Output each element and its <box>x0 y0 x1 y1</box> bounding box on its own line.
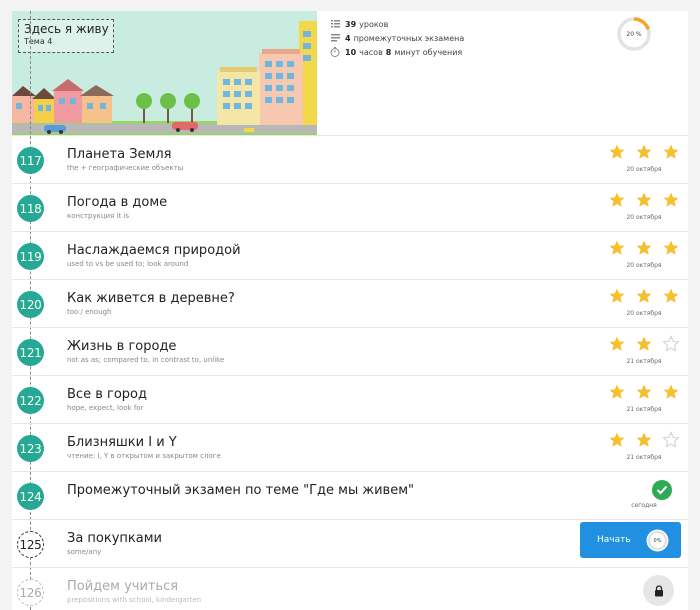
lesson-list: 117 Планета Земля the + географические объ… <box>12 135 688 610</box>
lesson-rating <box>608 191 680 209</box>
star-filled-icon <box>608 239 626 257</box>
lesson-date: 20 октября <box>626 262 662 269</box>
lesson-number-badge: 120 <box>17 291 44 318</box>
lesson-title[interactable]: Как живется в деревне? <box>67 291 235 306</box>
star-filled-icon <box>608 287 626 305</box>
lesson-progress-ring: 0% <box>646 529 669 552</box>
check-icon <box>652 480 672 500</box>
star-filled-icon <box>635 287 653 305</box>
lesson-title[interactable]: Пойдем учиться <box>67 579 178 594</box>
stat-time: 10 часов 8 минут обучения <box>330 45 560 59</box>
lesson-number-badge: 123 <box>17 435 44 462</box>
topic-subtitle: Тема 4 <box>24 37 53 46</box>
star-filled-icon <box>662 287 680 305</box>
lesson-title[interactable]: Близняшки I и Y <box>67 435 177 450</box>
lesson-title[interactable]: Промежуточный экзамен по теме "Где мы жи… <box>67 483 414 498</box>
lesson-rating <box>608 383 680 401</box>
lesson-number-badge: 125 <box>17 531 44 558</box>
star-filled-icon <box>635 431 653 449</box>
lesson-row[interactable]: 120 Как живется в деревне? too / enough 20 … <box>12 279 688 327</box>
lesson-subtitle: hope, expect, look for <box>67 404 144 412</box>
topic-stats: 39 уроков 4 промежуточных экзамена 10 часов… <box>330 17 560 59</box>
lesson-row[interactable]: 123 Близняшки I и Y чтение: I, Y в открыто… <box>12 423 688 471</box>
lesson-number-badge: 119 <box>17 243 44 270</box>
star-filled-icon <box>635 335 653 353</box>
lesson-number-badge: 117 <box>17 147 44 174</box>
timer-icon <box>330 47 340 57</box>
lesson-date: 21 октября <box>626 454 662 461</box>
start-button-label: Начать <box>597 535 631 545</box>
lesson-rating <box>608 239 680 257</box>
star-empty-icon <box>662 431 680 449</box>
lesson-progress-label: 0% <box>653 537 662 544</box>
menu-lines-icon <box>330 33 340 43</box>
lesson-date: 20 октября <box>626 166 662 173</box>
star-empty-icon <box>662 335 680 353</box>
topic-progress-ring: 20 % <box>616 16 652 52</box>
star-filled-icon <box>608 335 626 353</box>
lesson-subtitle: the + географические объекты <box>67 164 184 172</box>
lesson-row: 126 Пойдем учиться prepositions with schoo… <box>12 567 688 610</box>
lock-icon <box>643 575 674 606</box>
lesson-number-badge: 118 <box>17 195 44 222</box>
topic-progress-label: 20 % <box>626 30 642 38</box>
lesson-rating <box>608 143 680 161</box>
lesson-number-badge: 124 <box>17 483 44 510</box>
lesson-rating <box>608 287 680 305</box>
lesson-rating <box>608 431 680 449</box>
start-lesson-button[interactable]: Начать 0% <box>580 522 681 558</box>
star-filled-icon <box>608 191 626 209</box>
lesson-number-badge: 121 <box>17 339 44 366</box>
lesson-date: сегодня <box>631 502 657 509</box>
lesson-subtitle: used to vs be used to; look around <box>67 260 189 268</box>
lesson-title[interactable]: Все в город <box>67 387 147 402</box>
lesson-subtitle: too / enough <box>67 308 112 316</box>
star-filled-icon <box>608 383 626 401</box>
lesson-subtitle: some/any <box>67 548 102 556</box>
star-filled-icon <box>662 383 680 401</box>
star-filled-icon <box>635 143 653 161</box>
star-filled-icon <box>662 239 680 257</box>
lesson-number-badge: 122 <box>17 387 44 414</box>
lesson-subtitle: конструкция it is <box>67 212 130 220</box>
lesson-title[interactable]: Наслаждаемся природой <box>67 243 241 258</box>
lesson-row[interactable]: 119 Наслаждаемся природой used to vs be us… <box>12 231 688 279</box>
topic-label: Здесь я живу Тема 4 <box>18 19 114 53</box>
star-filled-icon <box>635 383 653 401</box>
lesson-title[interactable]: Планета Земля <box>67 147 172 162</box>
lesson-row[interactable]: 117 Планета Земля the + географические объ… <box>12 135 688 183</box>
lesson-subtitle: prepositions with school, kindergarten <box>67 596 202 604</box>
stat-lessons: 39 уроков <box>330 17 560 31</box>
lesson-title[interactable]: За покупками <box>67 531 162 546</box>
lesson-row[interactable]: 121 Жизнь в городе not as as; compared to,… <box>12 327 688 375</box>
topic-banner: Здесь я живу Тема 4 <box>12 11 317 135</box>
star-filled-icon <box>608 143 626 161</box>
lesson-title[interactable]: Погода в доме <box>67 195 167 210</box>
lesson-row[interactable]: 118 Погода в доме конструкция it is 20 октя… <box>12 183 688 231</box>
lesson-row[interactable]: 124 Промежуточный экзамен по теме "Где мы… <box>12 471 688 519</box>
lesson-date: 20 октября <box>626 310 662 317</box>
lesson-row[interactable]: 122 Все в город hope, expect, look for 21 о… <box>12 375 688 423</box>
lesson-rating <box>608 335 680 353</box>
lesson-number-badge: 126 <box>17 579 44 606</box>
stat-exams: 4 промежуточных экзамена <box>330 31 560 45</box>
lesson-title[interactable]: Жизнь в городе <box>67 339 176 354</box>
star-filled-icon <box>608 431 626 449</box>
course-page: Здесь я живу Тема 4 39 уроков 4 промежуточ… <box>12 11 688 610</box>
list-icon <box>330 19 340 29</box>
lesson-row[interactable]: 125 За покупками some/any Начать 0% <box>12 519 688 567</box>
star-filled-icon <box>635 191 653 209</box>
lesson-date: 21 октября <box>626 406 662 413</box>
lesson-subtitle: not as as; compared to, in contrast to, … <box>67 356 225 364</box>
star-filled-icon <box>635 239 653 257</box>
lesson-date: 21 октября <box>626 358 662 365</box>
lesson-date: 20 октября <box>626 214 662 221</box>
topic-title: Здесь я живу <box>24 22 109 36</box>
star-filled-icon <box>662 191 680 209</box>
lesson-subtitle: чтение: I, Y в открытом и закрытом слоге <box>67 452 221 460</box>
star-filled-icon <box>662 143 680 161</box>
